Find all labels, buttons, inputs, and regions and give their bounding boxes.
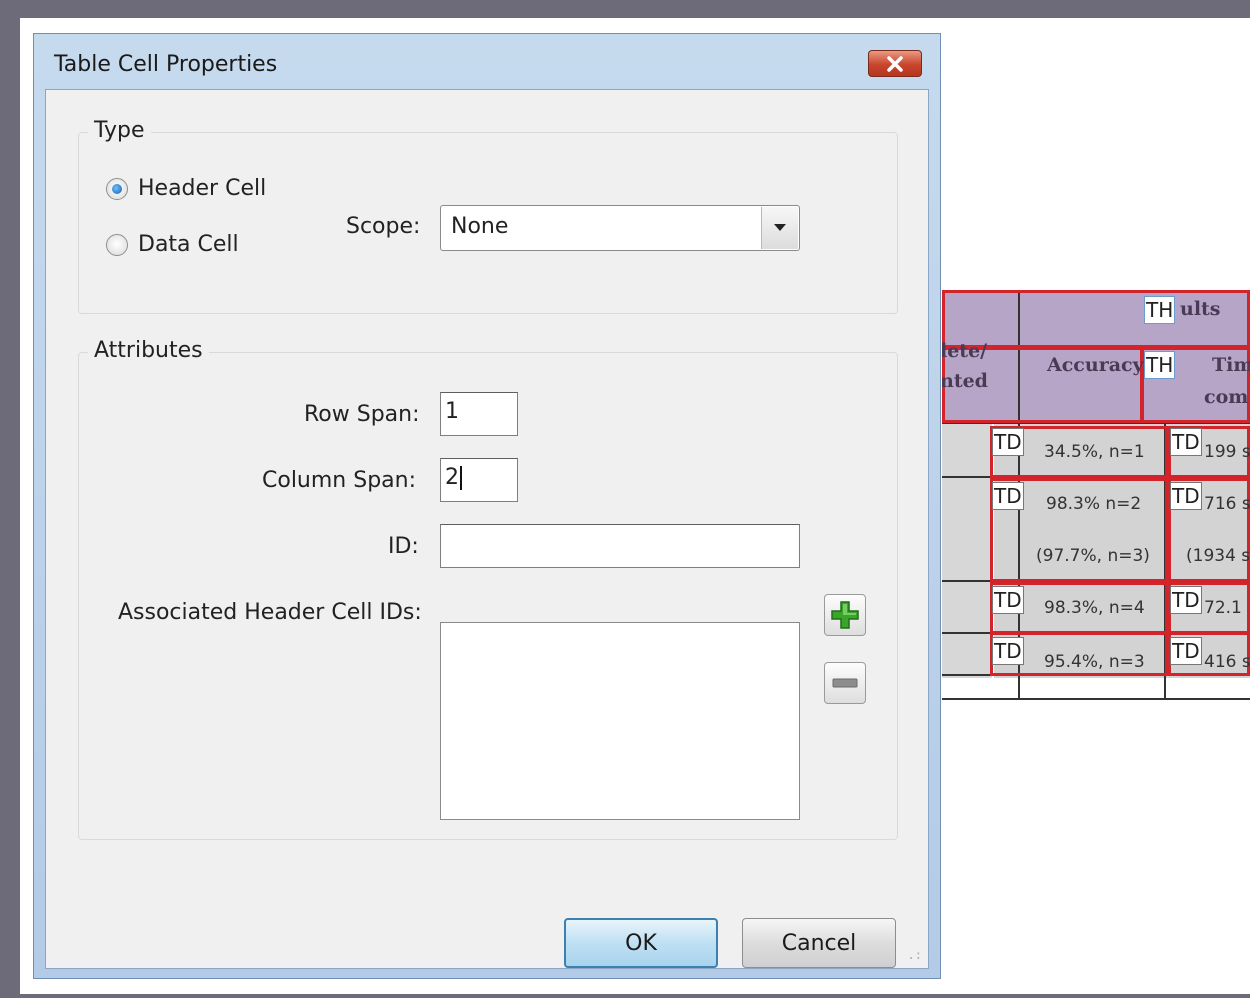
table-cell-text: 98.3% n=2 (1046, 494, 1142, 514)
data-cell-option[interactable]: Data Cell (106, 232, 239, 257)
background-document: lete/ nted Accuracy ults Tim com TH TH T… (942, 18, 1250, 994)
table-cell-text: 34.5%, n=1 (1044, 442, 1145, 462)
header-text: com (1204, 386, 1249, 408)
window-frame-left (0, 0, 20, 998)
cancel-button[interactable]: Cancel (742, 918, 896, 968)
header-text: lete/ (942, 340, 988, 362)
row-span-label: Row Span: (304, 402, 420, 427)
dialog-client-area: Type Header Cell Data Cell Scope: None A… (45, 89, 929, 969)
id-input[interactable] (440, 524, 800, 568)
data-cell-radio[interactable] (106, 233, 128, 256)
type-group-legend: Type (88, 118, 151, 143)
scope-label: Scope: (346, 214, 421, 239)
td-tag: TD (1170, 637, 1202, 665)
header-text: Tim (1212, 354, 1250, 376)
td-tag: TD (992, 482, 1024, 510)
add-header-id-button[interactable] (824, 594, 866, 636)
table-cell-text: (1934 s (1186, 546, 1250, 566)
th-tag: TH (1144, 351, 1176, 379)
header-cell-label: Header Cell (138, 176, 267, 201)
dropdown-arrow[interactable] (761, 207, 798, 249)
dialog-title: Table Cell Properties (54, 52, 278, 77)
td-tag: TD (1170, 428, 1202, 456)
window-frame-top (0, 0, 1250, 18)
header-text: ults (1180, 298, 1221, 320)
row-span-value: 1 (445, 399, 459, 424)
table-cell-text: 95.4%, n=3 (1044, 652, 1145, 672)
attributes-group-legend: Attributes (88, 338, 209, 363)
header-cell-option[interactable]: Header Cell (106, 176, 266, 201)
column-span-input[interactable]: 2 (440, 458, 518, 502)
data-cell-label: Data Cell (138, 232, 239, 257)
scope-value: None (451, 214, 509, 239)
table-cell-text: (97.7%, n=3) (1036, 546, 1150, 566)
header-text: nted (942, 370, 988, 392)
td-tag: TD (992, 428, 1024, 456)
table-cell-text: 199 s (1204, 442, 1250, 462)
table-cell-text: 716 s (1204, 494, 1250, 514)
id-label: ID: (388, 534, 419, 559)
remove-header-id-button[interactable] (824, 662, 866, 704)
column-span-value: 2 (445, 465, 459, 490)
window-frame-bottom (0, 994, 1250, 998)
close-icon (887, 55, 903, 72)
minus-icon (832, 678, 858, 688)
td-tag: TD (992, 637, 1024, 665)
associated-header-ids-list[interactable] (440, 622, 800, 820)
ok-button[interactable]: OK (564, 918, 718, 968)
chevron-down-icon (774, 224, 786, 231)
td-tag: TD (1170, 482, 1202, 510)
td-tag: TD (1170, 586, 1202, 614)
table-cell-text: 72.1 (1204, 598, 1242, 618)
header-text: Accuracy (1047, 354, 1144, 376)
text-caret (460, 466, 462, 490)
scope-dropdown[interactable]: None (440, 205, 800, 251)
th-tag: TH (1144, 296, 1176, 324)
table-cell-text: 98.3%, n=4 (1044, 598, 1145, 618)
td-tag: TD (992, 586, 1024, 614)
table-cell-text: 416 s (1204, 652, 1250, 672)
table-cell-properties-dialog: Table Cell Properties Type Header Cell D… (33, 33, 941, 979)
associated-header-label: Associated Header Cell IDs: (118, 600, 422, 625)
column-span-label: Column Span: (262, 468, 417, 493)
header-cell-radio[interactable] (106, 177, 128, 200)
table-row-shade (942, 422, 992, 678)
resize-grip[interactable]: .: (908, 948, 922, 962)
plus-icon (831, 601, 859, 629)
close-button[interactable] (868, 50, 922, 77)
dialog-titlebar[interactable]: Table Cell Properties (34, 34, 940, 90)
row-span-input[interactable]: 1 (440, 392, 518, 436)
